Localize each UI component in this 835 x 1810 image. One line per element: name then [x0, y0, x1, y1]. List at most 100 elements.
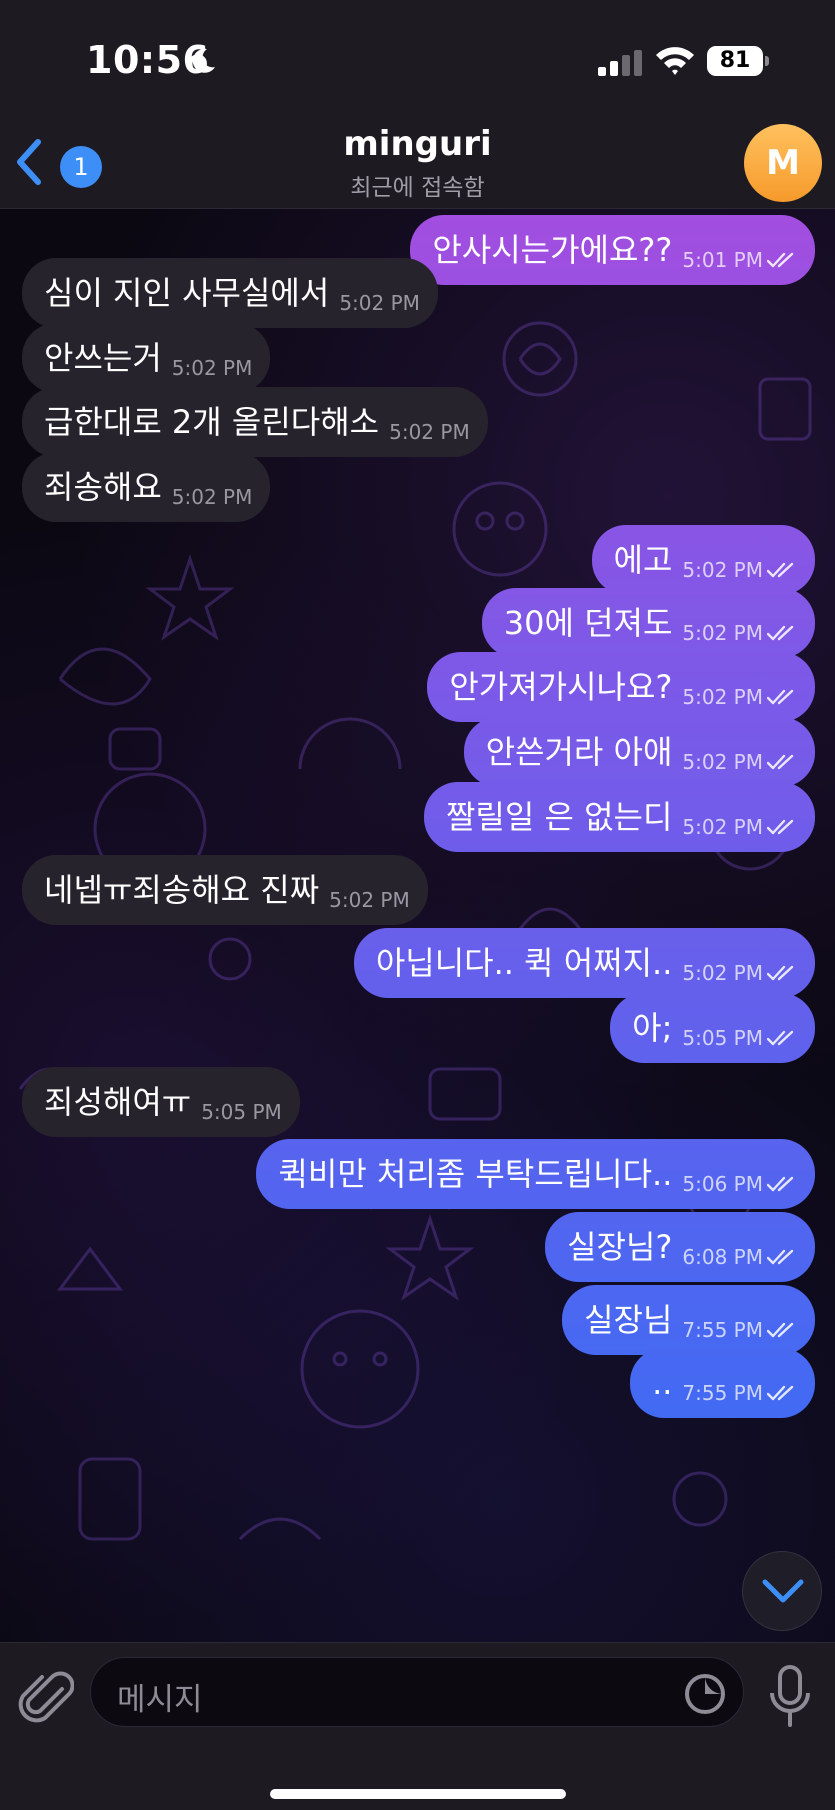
message-meta: 5:02 PM	[339, 258, 420, 316]
outgoing-message[interactable]: 안쓴거라 아애 5:02 PM	[463, 717, 815, 787]
message-input[interactable]: 메시지	[90, 1657, 744, 1727]
message-meta: 5:02 PM	[172, 452, 253, 510]
message-meta: 5:02 PM	[682, 928, 797, 986]
chat-title[interactable]: minguri	[0, 124, 835, 164]
read-checks-icon	[767, 625, 794, 641]
message-meta: 7:55 PM	[682, 1348, 797, 1406]
message-text: 심이 지인 사무실에서	[44, 274, 330, 312]
message-time: 5:02 PM	[682, 961, 763, 985]
message-text: 죄송해요	[44, 468, 162, 506]
message-text: 30에 던져도	[503, 604, 673, 642]
message-text: 에고	[613, 541, 673, 579]
outgoing-message[interactable]: 퀵비만 처리좀 부탁드립니다.. 5:06 PM	[256, 1139, 815, 1209]
incoming-message[interactable]: 죄송해요 5:02 PM	[22, 452, 271, 522]
message-time: 5:02 PM	[171, 356, 253, 380]
message-text: 실장님?	[567, 1228, 673, 1266]
message-text: 아;	[632, 1009, 673, 1047]
message-time: 5:05 PM	[682, 1026, 763, 1050]
read-checks-icon	[767, 1176, 794, 1192]
message-time: 5:02 PM	[682, 750, 763, 774]
read-checks-icon	[767, 689, 794, 705]
moon-icon	[192, 48, 215, 73]
outgoing-message[interactable]: 실장님? 6:08 PM	[545, 1212, 815, 1282]
incoming-message[interactable]: 죄성해여ㅠ 5:05 PM	[22, 1067, 300, 1137]
message-time: 5:02 PM	[682, 815, 763, 839]
outgoing-message[interactable]: 에고 5:02 PM	[591, 525, 815, 595]
message-time: 6:08 PM	[682, 1245, 763, 1269]
message-text: 안사시는가에요??	[432, 231, 673, 269]
outgoing-message[interactable]: 안사시는가에요?? 5:01 PM	[410, 215, 815, 285]
message-text: 안쓴거라 아애	[485, 733, 673, 771]
wifi-icon	[656, 47, 694, 75]
message-text: 죄성해여ㅠ	[44, 1083, 192, 1121]
message-time: 7:55 PM	[682, 1318, 763, 1342]
incoming-message[interactable]: 급한대로 2개 올린다해소 5:02 PM	[22, 387, 488, 457]
chat-header: 1 minguri 최근에 접속함 M	[0, 110, 835, 209]
message-meta: 5:02 PM	[682, 525, 797, 583]
battery-nub	[765, 56, 769, 66]
message-time: 5:06 PM	[682, 1172, 763, 1196]
telegram-chat-screen: 10:56 81 1 minguri 최근에 접속함 M 안사시는가에요?? 5…	[0, 0, 835, 1810]
message-meta: 5:02 PM	[172, 323, 253, 381]
message-text: 안가져가시나요?	[449, 668, 673, 706]
message-time: 5:02 PM	[171, 485, 253, 509]
outgoing-message[interactable]: 30에 던져도 5:02 PM	[481, 588, 815, 658]
message-text: 퀵비만 처리좀 부탁드립니다..	[278, 1155, 673, 1193]
incoming-message[interactable]: 안쓰는거 5:02 PM	[22, 323, 271, 393]
outgoing-message[interactable]: .. 7:55 PM	[630, 1348, 815, 1418]
outgoing-message[interactable]: 아; 5:05 PM	[610, 993, 815, 1063]
message-time: 5:02 PM	[682, 621, 763, 645]
read-checks-icon	[767, 562, 794, 578]
read-checks-icon	[767, 252, 794, 268]
message-meta: 5:02 PM	[682, 717, 797, 775]
message-time: 5:01 PM	[682, 248, 763, 272]
message-text: 실장님	[584, 1301, 673, 1339]
last-seen-status: 최근에 접속함	[350, 175, 485, 201]
incoming-message[interactable]: 네넵ㅠ죄송해요 진짜 5:02 PM	[22, 855, 428, 925]
outgoing-message[interactable]: 짤릴일 은 없는디 5:02 PM	[423, 782, 815, 852]
message-meta: 5:02 PM	[329, 855, 410, 913]
signal-icon	[598, 50, 642, 76]
message-time: 5:02 PM	[682, 558, 763, 582]
status-bar: 10:56 81	[0, 0, 835, 110]
outgoing-message[interactable]: 안가져가시나요? 5:02 PM	[427, 652, 815, 722]
attach-icon[interactable]	[18, 1669, 74, 1729]
battery-icon: 81	[707, 46, 763, 76]
message-text: ..	[652, 1364, 673, 1402]
outgoing-message[interactable]: 실장님 7:55 PM	[562, 1285, 815, 1355]
message-list[interactable]: 안사시는가에요?? 5:01 PM 심이 지인 사무실에서 5:02 PM 안쓰는거 5:…	[0, 209, 835, 1642]
message-meta: 5:02 PM	[682, 652, 797, 710]
message-time: 5:05 PM	[201, 1100, 282, 1124]
mic-icon[interactable]	[766, 1665, 814, 1729]
message-meta: 5:02 PM	[682, 782, 797, 840]
message-meta: 5:05 PM	[682, 993, 797, 1051]
message-meta: 5:06 PM	[682, 1139, 797, 1197]
scroll-down-button[interactable]	[742, 1551, 822, 1631]
message-time: 7:55 PM	[682, 1381, 763, 1405]
sticker-icon[interactable]	[683, 1672, 727, 1716]
message-meta: 5:02 PM	[389, 387, 470, 445]
message-meta: 5:05 PM	[201, 1067, 282, 1125]
read-checks-icon	[767, 754, 794, 770]
message-meta: 5:01 PM	[682, 215, 797, 273]
input-bar: 메시지	[0, 1642, 835, 1810]
message-meta: 7:55 PM	[682, 1285, 797, 1343]
scroll-down-icon	[762, 1579, 804, 1603]
message-time: 5:02 PM	[682, 685, 763, 709]
message-input-placeholder: 메시지	[117, 1682, 203, 1718]
incoming-message[interactable]: 심이 지인 사무실에서 5:02 PM	[22, 258, 438, 328]
read-checks-icon	[767, 965, 794, 981]
outgoing-message[interactable]: 아닙니다.. 퀵 어쩌지.. 5:02 PM	[353, 928, 815, 998]
message-text: 안쓰는거	[44, 339, 162, 377]
message-time: 5:02 PM	[389, 420, 470, 444]
read-checks-icon	[767, 1385, 794, 1401]
message-time: 5:02 PM	[329, 888, 410, 912]
read-checks-icon	[767, 1030, 794, 1046]
message-text: 짤릴일 은 없는디	[445, 798, 673, 836]
message-text: 네넵ㅠ죄송해요 진짜	[44, 871, 320, 909]
message-text: 아닙니다.. 퀵 어쩌지..	[375, 944, 673, 982]
message-text: 급한대로 2개 올린다해소	[44, 403, 380, 441]
message-meta: 6:08 PM	[682, 1212, 797, 1270]
avatar[interactable]: M	[744, 124, 822, 202]
message-time: 5:02 PM	[339, 291, 420, 315]
